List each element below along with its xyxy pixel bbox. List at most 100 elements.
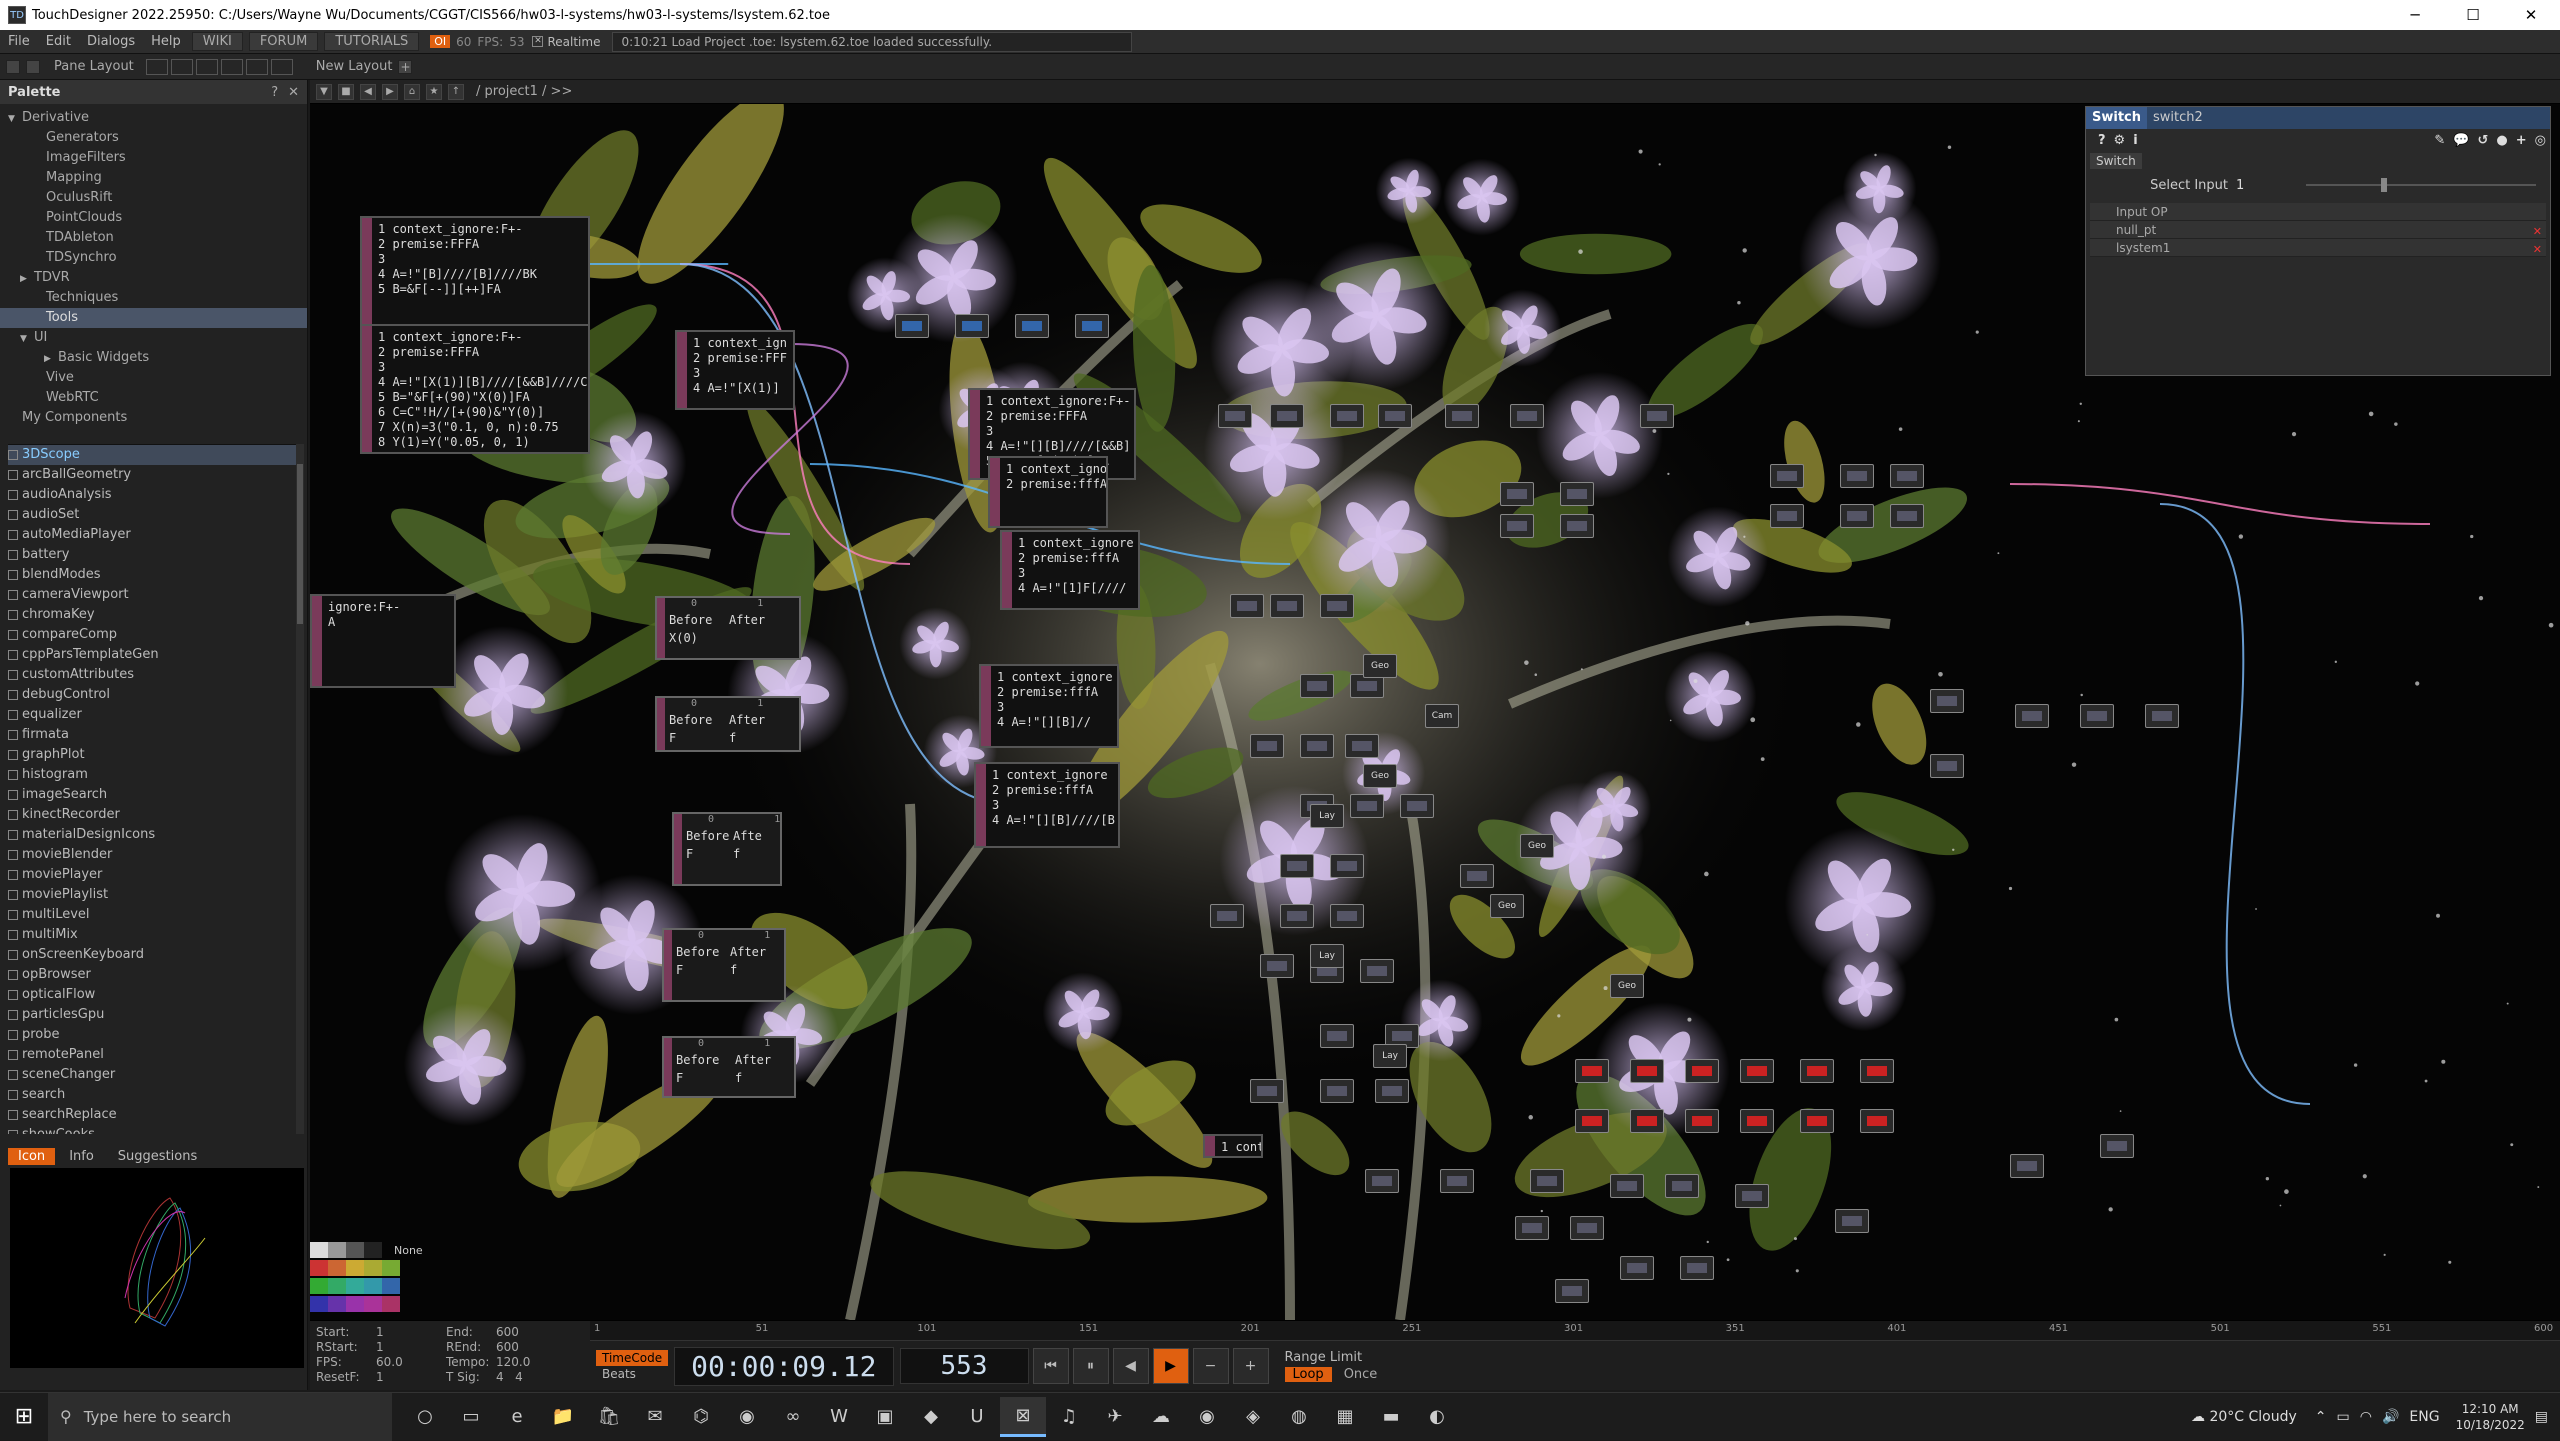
taskbar-search[interactable]: ⚲ Type here to search: [48, 1392, 392, 1441]
mail-icon[interactable]: ✉: [632, 1397, 678, 1437]
bookmark-icon[interactable]: ★: [426, 83, 442, 100]
op-name[interactable]: switch2: [2147, 107, 2550, 129]
app-icon[interactable]: ◍: [1276, 1397, 1322, 1437]
tsig-value[interactable]: 4 4: [496, 1370, 556, 1385]
visual-studio-icon[interactable]: ∞: [770, 1397, 816, 1437]
task-view-icon[interactable]: ▭: [448, 1397, 494, 1437]
word-icon[interactable]: W: [816, 1397, 862, 1437]
operator-node[interactable]: [1250, 734, 1284, 758]
weather-widget[interactable]: ☁ 20°C Cloudy: [2191, 1409, 2297, 1425]
operator-node[interactable]: [1345, 734, 1379, 758]
tab-suggestions[interactable]: Suggestions: [108, 1148, 207, 1165]
comment-icon[interactable]: 💬: [2453, 133, 2469, 148]
app-icon[interactable]: ▦: [1322, 1397, 1368, 1437]
operator-node[interactable]: [1280, 854, 1314, 878]
operator-node[interactable]: [1840, 504, 1874, 528]
remove-icon[interactable]: ✕: [2533, 241, 2542, 259]
operator-node[interactable]: [1320, 594, 1354, 618]
operator-node[interactable]: [1400, 794, 1434, 818]
palette-op-item[interactable]: firmata: [8, 725, 298, 745]
operator-node[interactable]: [1680, 1256, 1714, 1280]
table-dat-node[interactable]: 0 1 Before Afte Ff: [672, 812, 782, 886]
palette-tree-item[interactable]: ImageFilters: [0, 148, 307, 168]
start-value[interactable]: 1: [376, 1325, 446, 1340]
swatch-none-label[interactable]: None: [394, 1244, 423, 1257]
palette-op-item[interactable]: autoMediaPlayer: [8, 525, 298, 545]
operator-node[interactable]: [1640, 404, 1674, 428]
operator-node[interactable]: [1555, 1279, 1589, 1303]
operator-node[interactable]: [1860, 1109, 1894, 1133]
unreal-icon[interactable]: U: [954, 1397, 1000, 1437]
operator-node[interactable]: [1375, 1079, 1409, 1103]
pane-expand-icon[interactable]: [26, 59, 40, 74]
operator-node[interactable]: [1800, 1109, 1834, 1133]
dropdown-icon[interactable]: ▼: [316, 83, 332, 100]
palette-op-item[interactable]: moviePlaylist: [8, 885, 298, 905]
palette-op-item[interactable]: search: [8, 1085, 298, 1105]
edit-icon[interactable]: ✎: [2434, 133, 2445, 148]
new-layout-label[interactable]: New Layout: [316, 59, 393, 74]
tsig-a[interactable]: 4: [496, 1370, 504, 1384]
pause-button[interactable]: ⏸: [1072, 1348, 1109, 1384]
palette-op-item[interactable]: blendModes: [8, 565, 298, 585]
palette-tree-item[interactable]: TDAbleton: [0, 228, 307, 248]
operator-node[interactable]: [1320, 1024, 1354, 1048]
vscode-icon[interactable]: ⌬: [678, 1397, 724, 1437]
close-button[interactable]: ✕: [2502, 0, 2560, 30]
home-icon[interactable]: ⌂: [404, 83, 420, 100]
add-layout-icon[interactable]: +: [398, 59, 413, 74]
operator-node[interactable]: [1575, 1059, 1609, 1083]
rewind-button[interactable]: ⏮: [1032, 1348, 1069, 1384]
palette-tree-item[interactable]: Vive: [0, 368, 307, 388]
palette-op-item[interactable]: onScreenKeyboard: [8, 945, 298, 965]
touchdesigner-icon[interactable]: ⊠: [1000, 1396, 1046, 1437]
timeline-ruler[interactable]: 1 51 101 151 201 251 301 351 401 451 501 551 600: [590, 1321, 2560, 1341]
layout-preset-icon[interactable]: [195, 58, 218, 75]
operator-node[interactable]: [1930, 689, 1964, 713]
palette-tree-item[interactable]: Mapping: [0, 168, 307, 188]
table-dat-node[interactable]: 0 1 Before After Ff: [662, 1036, 796, 1098]
cortana-icon[interactable]: ○: [402, 1397, 448, 1437]
python-icon[interactable]: ⚙: [2114, 133, 2126, 148]
text-dat-node[interactable]: 1 cont: [1203, 1134, 1263, 1158]
operator-node[interactable]: [1330, 854, 1364, 878]
operator-node[interactable]: [1685, 1059, 1719, 1083]
operator-node[interactable]: [1735, 1184, 1769, 1208]
palette-op-item[interactable]: searchReplace: [8, 1105, 298, 1125]
menu-dialogs[interactable]: Dialogs: [79, 34, 143, 49]
palette-op-item[interactable]: compareComp: [8, 625, 298, 645]
palette-op-item[interactable]: battery: [8, 545, 298, 565]
operator-node[interactable]: [2145, 704, 2179, 728]
reset-icon[interactable]: ↺: [2478, 133, 2489, 148]
operator-node[interactable]: [1740, 1109, 1774, 1133]
select-input-value[interactable]: 1: [2236, 178, 2306, 193]
palette-op-item[interactable]: remotePanel: [8, 1045, 298, 1065]
app-icon[interactable]: ☁: [1138, 1397, 1184, 1437]
frame-display[interactable]: 553: [899, 1348, 1029, 1384]
operator-node[interactable]: [1270, 404, 1304, 428]
menu-edit[interactable]: Edit: [38, 34, 79, 49]
operator-node[interactable]: [1378, 404, 1412, 428]
once-toggle[interactable]: Once: [1336, 1367, 1386, 1382]
operator-node[interactable]: [1500, 514, 1534, 538]
palette-tree-item[interactable]: Generators: [0, 128, 307, 148]
help-icon[interactable]: ?: [271, 85, 278, 100]
volume-icon[interactable]: 🔊: [2382, 1409, 2399, 1425]
table-dat-node[interactable]: 0 1 Before After Ff: [655, 696, 801, 752]
operator-node-label[interactable]: Lay: [1310, 804, 1344, 828]
seq-item[interactable]: lsystem1 ✕: [2090, 239, 2546, 257]
target-icon[interactable]: ◎: [2535, 133, 2546, 148]
op-list-scrollbar[interactable]: [296, 444, 304, 1134]
forward-icon[interactable]: ▶: [382, 83, 398, 100]
operator-node-label[interactable]: Geo: [1610, 974, 1644, 998]
expand-arrow-icon[interactable]: ▼: [20, 329, 34, 349]
oi-toggle[interactable]: OI: [430, 35, 451, 48]
operator-node-label[interactable]: Lay: [1310, 944, 1344, 968]
operator-node[interactable]: [1075, 314, 1109, 338]
operator-node[interactable]: [1685, 1109, 1719, 1133]
palette-op-item[interactable]: kinectRecorder: [8, 805, 298, 825]
palette-tree-item[interactable]: Techniques: [0, 288, 307, 308]
operator-node[interactable]: [1330, 904, 1364, 928]
text-dat-node[interactable]: 1 context_ignore 2 premise:fffA: [988, 456, 1108, 528]
add-icon[interactable]: +: [2516, 133, 2527, 148]
